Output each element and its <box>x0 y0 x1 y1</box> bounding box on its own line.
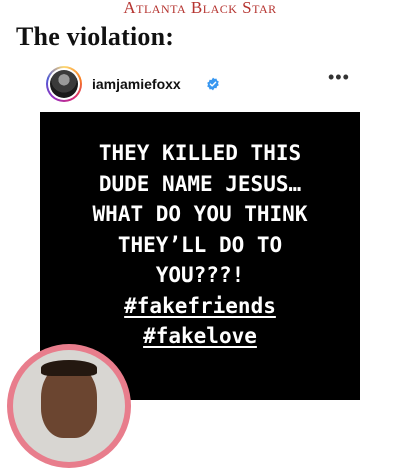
story-text: THEY KILLED THIS DUDE NAME JESUS… WHAT D… <box>40 138 360 352</box>
hashtag-fakelove[interactable]: #fakelove <box>143 324 257 348</box>
portrait-image <box>13 350 125 462</box>
username-link[interactable]: iamjamiefoxx <box>92 76 181 92</box>
story-line: THEY’LL DO TO <box>117 232 283 257</box>
story-line: WHAT DO YOU THINK <box>92 202 308 226</box>
hashtag-fakefriends[interactable]: #fakefriends <box>124 294 276 318</box>
post-header: iamjamiefoxx ••• <box>46 66 349 104</box>
portrait-hair <box>41 360 97 376</box>
profile-avatar[interactable] <box>46 66 82 102</box>
story-line: YOU???! <box>155 263 245 287</box>
story-line: THEY KILLED THIS <box>98 141 302 165</box>
verified-badge-icon <box>207 77 219 91</box>
article-headline: The violation: <box>16 22 175 51</box>
site-logo-text: Atlanta Black Star <box>123 0 277 16</box>
site-logo: Atlanta Black Star <box>0 0 400 16</box>
story-line: DUDE NAME JESUS… <box>98 171 302 196</box>
more-options-icon[interactable]: ••• <box>328 68 349 86</box>
profile-picture <box>50 70 78 98</box>
inset-portrait-photo <box>7 344 131 468</box>
